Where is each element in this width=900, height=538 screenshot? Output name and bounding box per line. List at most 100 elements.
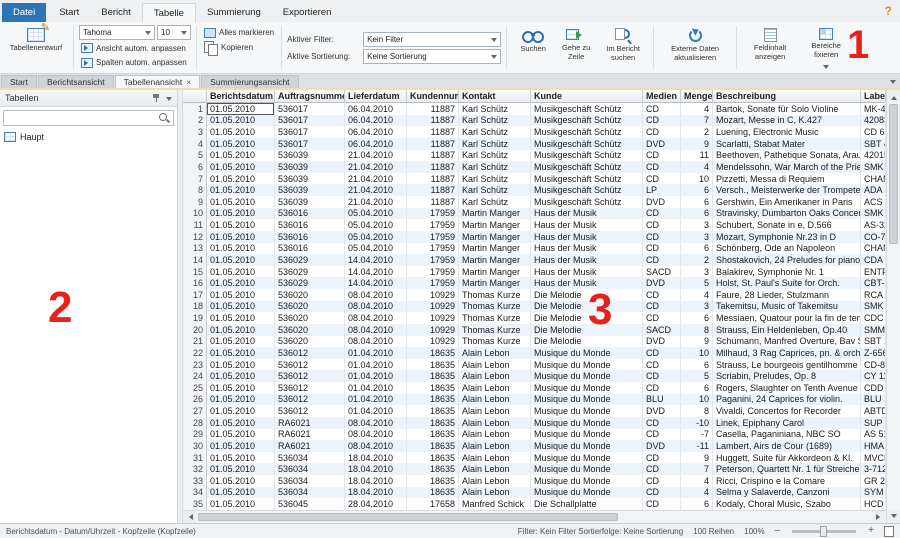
grid-cell[interactable]: Paganini, 24 Caprices for violin.	[713, 394, 861, 406]
grid-cell[interactable]: 8	[681, 405, 713, 417]
table-row[interactable]: 401.05.201053601706.04.201011887Karl Sch…	[183, 138, 886, 150]
table-row[interactable]: 1801.05.201053602008.04.201010929Thomas …	[183, 301, 886, 313]
grid-cell[interactable]: 11	[681, 150, 713, 162]
grid-cell[interactable]: 536039	[275, 184, 345, 196]
grid-cell[interactable]: 6	[681, 243, 713, 255]
grid-cell[interactable]: 08.04.2010	[345, 324, 407, 336]
table-row[interactable]: 1101.05.201053601605.04.201017959Martin …	[183, 219, 886, 231]
grid-cell[interactable]: 18.04.2010	[345, 475, 407, 487]
grid-cell[interactable]: 21.04.2010	[345, 173, 407, 185]
ribbon-tab-datei[interactable]: Datei	[2, 3, 46, 22]
grid-cell[interactable]: 01.05.2010	[207, 266, 275, 278]
grid-cell[interactable]: 14.04.2010	[345, 254, 407, 266]
grid-cell[interactable]: 18635	[407, 405, 459, 417]
grid-cell[interactable]: 6	[681, 312, 713, 324]
table-row[interactable]: 1601.05.201053602914.04.201017959Martin …	[183, 277, 886, 289]
grid-cell[interactable]: CD	[643, 312, 681, 324]
grid-cell[interactable]: BLU	[643, 394, 681, 406]
grid-cell[interactable]: 536020	[275, 324, 345, 336]
row-number[interactable]: 24	[183, 370, 207, 382]
grid-cell[interactable]: Musique du Monde	[531, 347, 643, 359]
grid-cell[interactable]: CD	[643, 475, 681, 487]
feldinhalt-button[interactable]: Feldinhalt anzeigen	[742, 25, 798, 62]
horizontal-scrollbar[interactable]	[183, 510, 886, 523]
grid-cell[interactable]: 01.05.2010	[207, 347, 275, 359]
doc-tab-summierungsansicht[interactable]: Summierungsansicht	[201, 75, 298, 88]
grid-cell[interactable]: 21.04.2010	[345, 184, 407, 196]
grid-cell[interactable]: ACS 8	[861, 196, 886, 208]
grid-cell[interactable]: 01.05.2010	[207, 312, 275, 324]
externe-daten-button[interactable]: Externe Daten aktualisieren	[659, 25, 731, 63]
grid-cell[interactable]: CD	[643, 429, 681, 441]
column-header-kontakt[interactable]: Kontakt	[459, 90, 531, 103]
grid-cell[interactable]: 06.04.2010	[345, 138, 407, 150]
row-number[interactable]: 22	[183, 347, 207, 359]
horizontal-scroll-track[interactable]	[196, 511, 873, 523]
grid-cell[interactable]: 11887	[407, 184, 459, 196]
spalten-anpassen-button[interactable]: Spalten autom. anpassen	[79, 56, 191, 71]
grid-cell[interactable]: 11887	[407, 126, 459, 138]
grid-cell[interactable]: 17959	[407, 243, 459, 255]
column-header-medien[interactable]: Medien	[643, 90, 681, 103]
grid-cell[interactable]: Beethoven, Pathetique Sonata, Arau	[713, 150, 861, 162]
grid-cell[interactable]: GR 20	[861, 475, 886, 487]
grid-cell[interactable]: 536017	[275, 126, 345, 138]
grid-cell[interactable]: CBT-1	[861, 277, 886, 289]
grid-cell[interactable]: Die Melodie	[531, 324, 643, 336]
grid-cell[interactable]: 05.04.2010	[345, 208, 407, 220]
row-number[interactable]: 30	[183, 440, 207, 452]
grid-cell[interactable]: CD	[643, 103, 681, 115]
table-row[interactable]: 2301.05.201053601201.04.201018635Alain L…	[183, 359, 886, 371]
grid-cell[interactable]: Messiaen, Quatour pour la fin de temps	[713, 312, 861, 324]
row-number[interactable]: 27	[183, 405, 207, 417]
grid-cell[interactable]: 18635	[407, 487, 459, 499]
table-row[interactable]: 3501.05.201053604528.04.201017658Manfred…	[183, 498, 886, 510]
grid-cell[interactable]: 6	[681, 359, 713, 371]
grid-cell[interactable]: 536039	[275, 150, 345, 162]
grid-cell[interactable]: Die Melodie	[531, 289, 643, 301]
grid-cell[interactable]: 01.05.2010	[207, 150, 275, 162]
row-number[interactable]: 26	[183, 394, 207, 406]
grid-cell[interactable]: 5	[681, 370, 713, 382]
grid-cell[interactable]: 01.05.2010	[207, 126, 275, 138]
grid-cell[interactable]: Alain Lebon	[459, 417, 531, 429]
table-row[interactable]: 2601.05.201053601201.04.201018635Alain L…	[183, 394, 886, 406]
grid-cell[interactable]: 6	[681, 208, 713, 220]
grid-cell[interactable]: 536020	[275, 289, 345, 301]
grid-cell[interactable]: 08.04.2010	[345, 312, 407, 324]
grid-cell[interactable]: 18635	[407, 347, 459, 359]
grid-cell[interactable]: 536045	[275, 498, 345, 510]
row-number[interactable]: 15	[183, 266, 207, 278]
row-number[interactable]: 17	[183, 289, 207, 301]
grid-cell[interactable]: CD 61	[861, 126, 886, 138]
grid-cell[interactable]: 01.05.2010	[207, 196, 275, 208]
grid-cell[interactable]: 17959	[407, 266, 459, 278]
grid-cell[interactable]: 10929	[407, 312, 459, 324]
grid-cell[interactable]: Die Melodie	[531, 336, 643, 348]
grid-cell[interactable]: Alain Lebon	[459, 347, 531, 359]
grid-cell[interactable]: 10929	[407, 324, 459, 336]
grid-cell[interactable]: Alain Lebon	[459, 394, 531, 406]
grid-cell[interactable]: CD	[643, 231, 681, 243]
grid-cell[interactable]: Karl Schütz	[459, 173, 531, 185]
grid-cell[interactable]: 17959	[407, 219, 459, 231]
tabellenentwurf-button[interactable]: ✎ Tabellenentwurf	[4, 25, 68, 54]
grid-cell[interactable]: 05.04.2010	[345, 219, 407, 231]
grid-cell[interactable]: Musikgeschäft Schütz	[531, 103, 643, 115]
grid-cell[interactable]: AS-32	[861, 219, 886, 231]
grid-cell[interactable]: SMMD	[861, 324, 886, 336]
scroll-left-button[interactable]	[183, 511, 196, 523]
grid-cell[interactable]: 6	[681, 498, 713, 510]
grid-cell[interactable]: Musique du Monde	[531, 370, 643, 382]
grid-cell[interactable]: Haus der Musik	[531, 208, 643, 220]
row-number[interactable]: 19	[183, 312, 207, 324]
grid-cell[interactable]: CDD 2	[861, 382, 886, 394]
grid-cell[interactable]: Stravinsky, Dumbarton Oaks Concerto	[713, 208, 861, 220]
row-number[interactable]: 12	[183, 231, 207, 243]
grid-cell[interactable]: CD	[643, 254, 681, 266]
grid-cell[interactable]: 01.05.2010	[207, 359, 275, 371]
grid-cell[interactable]: 14.04.2010	[345, 266, 407, 278]
grid-cell[interactable]: Karl Schütz	[459, 161, 531, 173]
row-number[interactable]: 7	[183, 173, 207, 185]
grid-cell[interactable]: 11887	[407, 138, 459, 150]
